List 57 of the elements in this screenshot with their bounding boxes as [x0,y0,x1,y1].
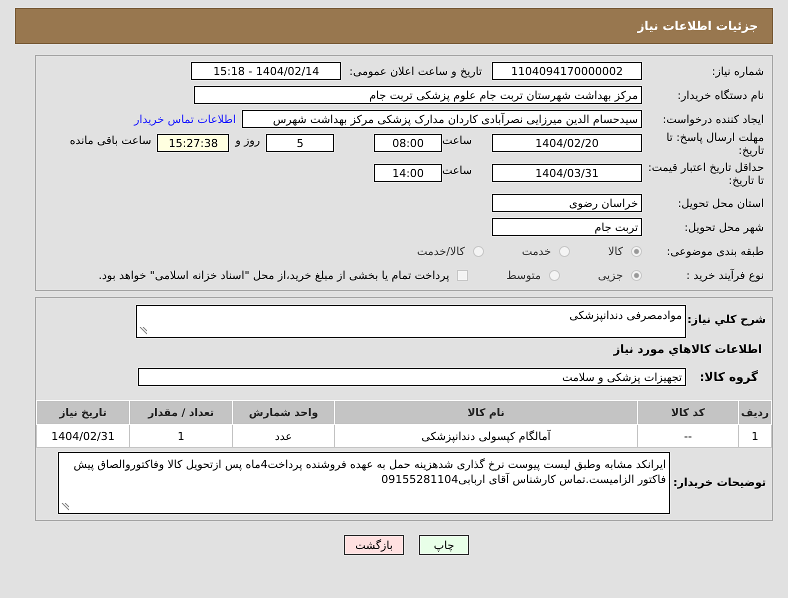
column-header: نام کالا [334,400,638,424]
table-cell: 1 [738,424,772,448]
column-header: کد کالا [638,400,738,424]
field-label: طبقه بندی موضوعی: [666,244,765,258]
column-header: ردیف [738,400,772,424]
countdown-field[interactable]: 15:27:38 [157,134,230,152]
text-field[interactable]: 1104094170000002 [492,62,642,80]
time-label: ساعت [442,134,472,147]
back-button[interactable]: بازگشت [344,535,404,555]
field-label: مهلت ارسال پاسخ: تا تاریخ: [665,131,765,157]
table-cell: 1 [130,424,232,448]
process-radio[interactable]: متوسط [506,268,560,282]
resize-grip-icon[interactable] [139,327,147,335]
field-label: گروه کالا: [698,369,759,384]
field-label: حداقل تاریخ اعتبار قیمت: تا تاریخ: [647,161,765,187]
field-label: توضیحات خریدار: [672,475,767,489]
days-label: روز و [235,134,260,147]
page-header: جزئیات اطلاعات نیاز [15,8,773,44]
process-radio[interactable]: جزیی [598,268,642,282]
text-field[interactable]: تربت جام [492,218,642,236]
field-label: تاریخ و ساعت اعلان عمومی: [349,64,482,78]
field-label: استان محل تحویل: [676,196,765,210]
text-field[interactable]: 1404/02/20 [492,134,642,152]
notes-area[interactable]: ایرانکد مشابه وطبق لیست پیوست نرخ گذاری شدهزینه حمل به عهده فروشنده پرداخت4ماه پس ازتحویل کالا وفاکتوروالصاق پیش فاکتور الزامیست.تماس کارشناس آقای اربابی09155281104 [58,452,670,514]
category-radio[interactable]: کالا [608,244,642,258]
field-label: نوع فرآیند خرید : [685,268,765,282]
column-header: واحد شمارش [232,400,334,424]
time-label: ساعت [442,164,472,177]
field-label: شهر محل تحویل: [683,220,765,234]
field-label: نام دستگاه خریدار: [676,88,765,102]
field-label: ایجاد کننده درخواست: [662,112,765,126]
text-field[interactable]: تجهیزات پزشکی و سلامت [138,368,686,386]
field-label: شرح کلي نياز: [686,312,767,326]
category-radio[interactable]: خدمت [522,244,570,258]
column-header: تاریخ نیاز [36,400,130,424]
remaining-label: ساعت باقی مانده [70,134,152,147]
field-label: شماره نیاز: [710,64,765,78]
column-header: تعداد / مقدار [130,400,232,424]
contact-link[interactable]: اطلاعات تماس خریدار [134,112,236,126]
text-field[interactable]: 1404/02/14 - 15:18 [191,62,342,80]
print-button[interactable]: چاپ [419,535,469,555]
text-field[interactable]: سیدحسام الدین میرزایی نصرآبادی کاردان مدارک پزشکی مرکز بهداشت شهرس [242,110,642,128]
text-field[interactable]: 08:00 [374,134,442,152]
text-field[interactable]: خراسان رضوی [492,194,642,212]
section-heading: اطلاعات كالاهاي مورد نياز [612,341,763,356]
text-field[interactable]: 1404/03/31 [492,164,642,182]
category-radio[interactable]: کالا/خدمت [417,244,484,258]
table-cell: 1404/02/31 [36,424,130,448]
text-field[interactable]: 5 [266,134,334,152]
text-field[interactable]: 14:00 [374,164,442,182]
table-cell: -- [638,424,738,448]
table-cell: آمالگام کپسولی دندانپزشکی [334,424,638,448]
description-area[interactable]: موادمصرفی دندانپزشکی [136,305,686,338]
resize-grip-icon[interactable] [61,503,69,511]
text-field[interactable]: مرکز بهداشت شهرستان تربت جام علوم پزشکی تربت جام [194,86,642,104]
payment-checkbox[interactable]: پرداخت تمام یا بخشی از مبلغ خرید،از محل "اسناد خزانه اسلامی" خواهد بود. [98,268,468,282]
table-cell: عدد [232,424,334,448]
